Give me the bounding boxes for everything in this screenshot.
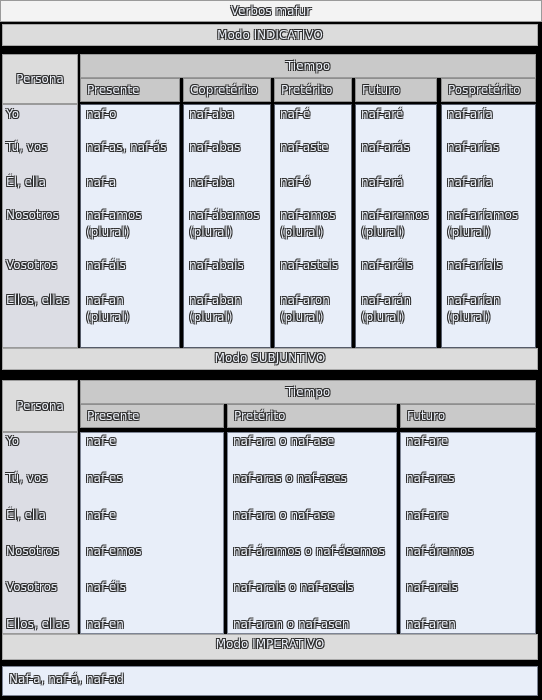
conjugation-cell: naf-aremos (plural): [361, 208, 429, 239]
conjugation-cell: naf-abais: [189, 258, 244, 272]
subjuntivo-tense-header: Pretérito: [227, 404, 397, 428]
conjugation-cell: naf-aras o naf-ases: [233, 471, 347, 485]
conjugation-cell: naf-en: [86, 617, 124, 631]
person-label: Yo: [6, 107, 20, 121]
conjugation-cell: naf-amos (plural): [86, 208, 142, 239]
indicativo-tense-header: Futuro: [355, 78, 437, 102]
conjugation-cell: naf-aríais: [447, 258, 503, 272]
conjugation-cell: naf-ará: [361, 175, 404, 189]
conjugation-cell: naf-emos: [86, 544, 142, 558]
conjugation-cell: naf-are: [406, 434, 449, 448]
indicativo-tense-header: Copretérito: [183, 78, 271, 102]
conjugation-cell: naf-are: [406, 508, 449, 522]
subjuntivo-heading: Modo SUBJUNTIVO: [2, 348, 538, 370]
conjugation-cell: naf-as, naf-ás: [86, 140, 167, 154]
conjugation-cell: naf-aran o naf-asen: [233, 617, 350, 631]
conjugation-cell: naf-arán (plural): [361, 293, 412, 324]
person-label: Él, ella: [6, 508, 46, 522]
conjugation-cell: naf-arían (plural): [447, 293, 501, 324]
person-label: Ellos, ellas: [6, 293, 70, 307]
subjuntivo-persona-header: Persona: [2, 380, 78, 432]
person-label: Tú, vos: [6, 140, 48, 154]
conjugation-cell: naf-aba: [189, 107, 235, 121]
conjugation-cell: naf-aron (plural): [280, 293, 330, 324]
conjugation-cell: naf-aré: [361, 107, 404, 121]
subjuntivo-persona-column: [2, 432, 78, 634]
person-label: Ellos, ellas: [6, 617, 70, 631]
conjugation-cell: naf-a: [86, 175, 117, 189]
conjugation-cell: naf-amos (plural): [280, 208, 336, 239]
person-label: Él, ella: [6, 175, 46, 189]
imperativo-forms: Naf-a, naf-á, naf-ad: [2, 666, 538, 696]
conjugation-cell: naf-o: [86, 107, 117, 121]
conjugation-cell: naf-ara o naf-ase: [233, 434, 335, 448]
indicativo-tense-header: Pretérito: [274, 78, 352, 102]
subjuntivo-tiempo-header: Tiempo: [80, 380, 536, 404]
person-label: Tú, vos: [6, 471, 48, 485]
conjugation-cell: naf-áramos o naf-ásemos: [233, 544, 385, 558]
conjugation-cell: naf-áis: [86, 258, 126, 272]
conjugation-cell: naf-ó: [280, 175, 311, 189]
conjugation-cell: naf-e: [86, 508, 117, 522]
conjugation-cell: naf-aríamos (plural): [447, 208, 519, 239]
conjugation-cell: naf-ábamos (plural): [189, 208, 260, 239]
conjugation-cell: naf-es: [86, 471, 123, 485]
indicativo-persona-header: Persona: [2, 54, 78, 104]
conjugation-cell: naf-aría: [447, 107, 493, 121]
conjugation-cell: naf-aba: [189, 175, 235, 189]
subjuntivo-column-preterito: [227, 432, 397, 634]
conjugation-cell: naf-arás: [361, 140, 410, 154]
conjugation-cell: naf-abas: [189, 140, 241, 154]
indicativo-tense-header: Presente: [80, 78, 180, 102]
conjugation-cell: naf-e: [86, 434, 117, 448]
subjuntivo-tense-header: Presente: [80, 404, 224, 428]
subjuntivo-column-futuro: [400, 432, 536, 634]
conjugation-cell: naf-aste: [280, 140, 329, 154]
conjugation-cell: naf-asteis: [280, 258, 339, 272]
subjuntivo-tense-header: Futuro: [400, 404, 536, 428]
conjugation-cell: naf-ara o naf-ase: [233, 508, 335, 522]
conjugation-cell: naf-aría: [447, 175, 493, 189]
imperativo-heading: Modo IMPERATIVO: [2, 634, 538, 660]
conjugation-cell: naf-aban (plural): [189, 293, 242, 324]
conjugation-cell: naf-aren: [406, 617, 456, 631]
conjugation-cell: naf-ares: [406, 471, 455, 485]
person-label: Vosotros: [6, 580, 58, 594]
person-label: Nosotros: [6, 208, 59, 222]
conjugation-cell: naf-areis: [406, 580, 458, 594]
indicativo-heading: Modo INDICATIVO: [2, 24, 538, 46]
person-label: Vosotros: [6, 258, 58, 272]
conjugation-cell: naf-áremos: [406, 544, 474, 558]
persona-label: Persona: [16, 72, 64, 86]
conjugation-cell: naf-an (plural): [86, 293, 130, 324]
table-title: Verbos mafur: [0, 0, 542, 22]
conjugation-cell: naf-éis: [86, 580, 126, 594]
conjugation-cell: naf-arais o naf-aseis: [233, 580, 354, 594]
subjuntivo-column-presente: [80, 432, 224, 634]
conjugation-cell: naf-é: [280, 107, 311, 121]
person-label: Nosotros: [6, 544, 59, 558]
conjugation-cell: naf-arías: [447, 140, 500, 154]
indicativo-tense-header: Pospretérito: [441, 78, 536, 102]
conjugation-cell: naf-aréis: [361, 258, 413, 272]
indicativo-tiempo-header: Tiempo: [80, 54, 536, 78]
person-label: Yo: [6, 434, 20, 448]
persona-label: Persona: [16, 399, 64, 413]
